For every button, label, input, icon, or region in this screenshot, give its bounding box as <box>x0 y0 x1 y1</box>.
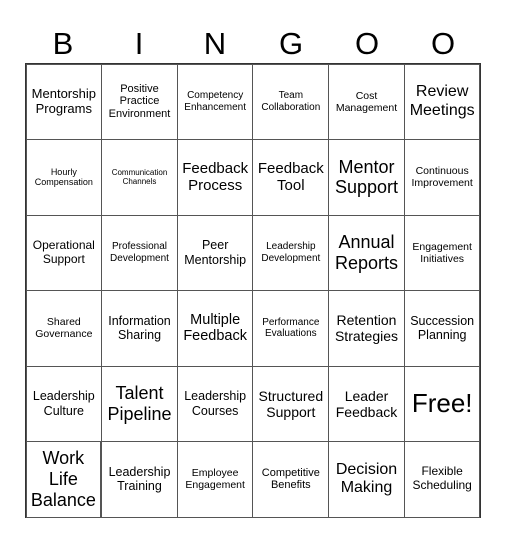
header-letter: O <box>430 26 456 61</box>
bingo-cell[interactable]: Operational Support <box>25 214 103 291</box>
bingo-cell[interactable]: Structured Support <box>252 365 330 442</box>
bingo-cell[interactable]: Continuous Improvement <box>403 139 481 216</box>
bingo-cell[interactable]: Engagement Initiatives <box>403 214 481 291</box>
header-letter: G <box>278 26 304 61</box>
header-letter: B <box>52 26 74 61</box>
bingo-cell[interactable]: Communication Channels <box>101 139 178 216</box>
bingo-cell[interactable]: Hourly Compensation <box>25 139 103 216</box>
bingo-cell[interactable]: Performance Evaluations <box>252 290 330 367</box>
bingo-cell[interactable]: Talent Pipeline <box>101 365 178 442</box>
bingo-cell[interactable]: Work Life Balance <box>25 441 102 518</box>
bingo-cell[interactable]: Mentor Support <box>328 139 405 216</box>
bingo-cell[interactable]: Information Sharing <box>101 290 178 367</box>
header-letter: O <box>354 26 380 61</box>
bingo-cell[interactable]: Multiple Feedback <box>176 290 254 367</box>
bingo-cell[interactable]: Feedback Tool <box>252 139 330 216</box>
bingo-cell[interactable]: Cost Management <box>328 63 405 140</box>
bingo-cell[interactable]: Positive Practice Environment <box>101 63 178 140</box>
bingo-cell[interactable]: Professional Development <box>101 214 178 291</box>
bingo-grid: Mentorship Programs Positive Practice Env… <box>25 63 481 518</box>
bingo-cell[interactable]: Retention Strategies <box>328 290 405 367</box>
header-letter: N <box>203 26 227 61</box>
bingo-cell[interactable]: Mentorship Programs <box>25 63 103 140</box>
bingo-cell[interactable]: Feedback Process <box>176 139 254 216</box>
bingo-cell[interactable]: Shared Governance <box>25 290 103 367</box>
bingo-cell[interactable]: Peer Mentorship <box>176 214 254 291</box>
bingo-cell[interactable]: Leadership Culture <box>25 365 103 442</box>
bingo-cell[interactable]: Succession Planning <box>403 290 481 367</box>
bingo-cell[interactable]: Employee Engagement <box>176 441 254 518</box>
bingo-cell[interactable]: Leadership Development <box>252 214 330 291</box>
bingo-cell[interactable]: Decision Making <box>328 441 405 518</box>
bingo-cell[interactable]: Leadership Training <box>101 441 178 518</box>
bingo-cell[interactable]: Annual Reports <box>328 214 405 291</box>
bingo-cell[interactable]: Leadership Courses <box>176 365 254 442</box>
bingo-header: B I N G O O <box>25 24 481 64</box>
bingo-cell[interactable]: Team Collaboration <box>252 63 330 140</box>
bingo-cell[interactable]: Competitive Benefits <box>252 441 330 518</box>
bingo-cell[interactable]: Flexible Scheduling <box>403 441 481 518</box>
header-letter: I <box>134 26 144 61</box>
bingo-cell[interactable]: Leader Feedback <box>328 365 405 442</box>
bingo-cell[interactable]: Review Meetings <box>403 63 481 140</box>
bingo-cell[interactable]: Free! <box>403 365 481 442</box>
bingo-cell[interactable]: Competency Enhancement <box>176 63 254 140</box>
